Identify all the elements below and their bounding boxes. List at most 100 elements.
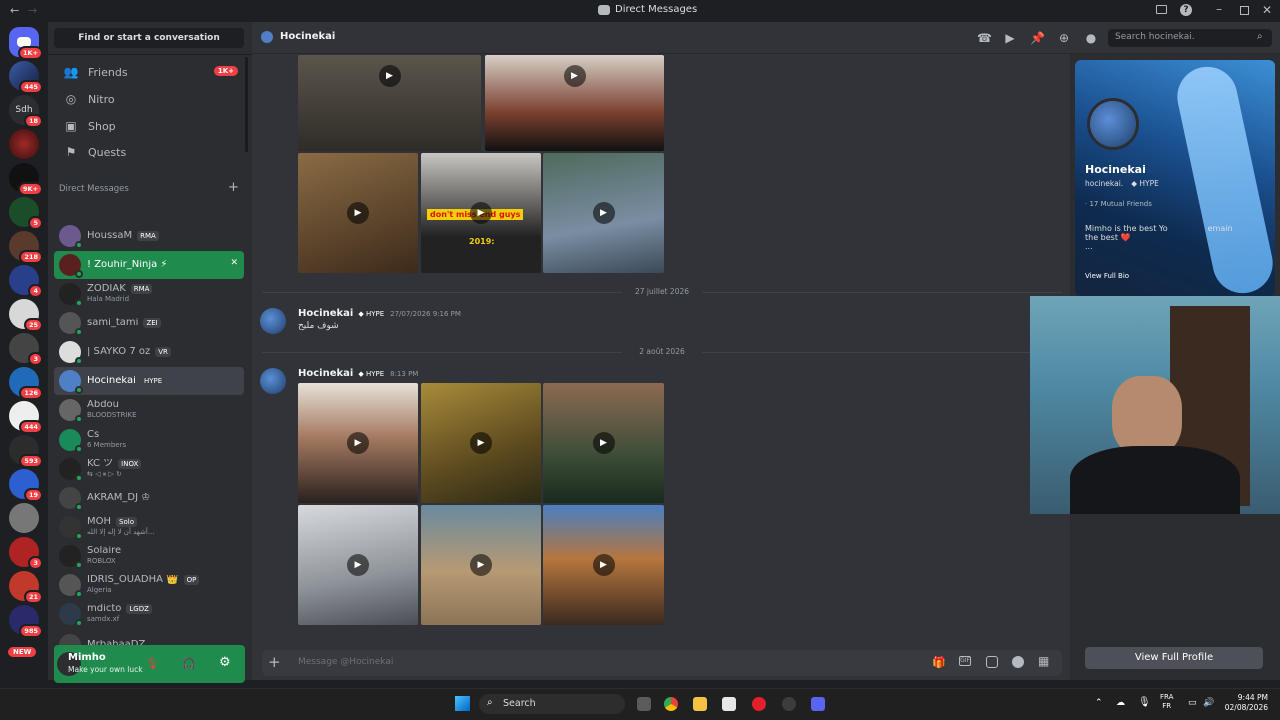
message-input[interactable]: Message @Hocinekai bbox=[298, 657, 393, 667]
server-icon[interactable]: 593 bbox=[9, 435, 43, 468]
language-indicator[interactable]: FRA FR bbox=[1160, 693, 1173, 711]
minimize-icon[interactable]: – bbox=[1216, 2, 1222, 16]
attach-plus-icon[interactable]: + bbox=[268, 653, 281, 671]
dm-item[interactable]: ! Zouhir_Ninja ⚡ ✕ bbox=[54, 251, 244, 279]
nav-friends[interactable]: 👥 Friends 1K+ bbox=[54, 59, 244, 85]
server-icon[interactable] bbox=[9, 503, 39, 533]
author-name[interactable]: Hocinekai bbox=[298, 308, 353, 319]
mute-mic-icon[interactable]: 🎙 bbox=[145, 657, 159, 670]
dm-item[interactable]: Cs 6 Members bbox=[54, 426, 244, 454]
onedrive-icon[interactable]: ☁ bbox=[1116, 698, 1125, 708]
create-dm-plus-icon[interactable]: + bbox=[228, 180, 239, 195]
server-icon[interactable]: 21 bbox=[9, 571, 43, 604]
taskbar-search[interactable]: ⌕ Search bbox=[479, 694, 625, 714]
close-icon[interactable]: ✕ bbox=[1262, 3, 1272, 17]
dm-item[interactable]: AKRAM_DJ ♔ bbox=[54, 484, 244, 512]
app-icon[interactable] bbox=[722, 697, 736, 711]
dm-item[interactable]: Solaire ROBLOX bbox=[54, 542, 244, 570]
forward-arrow-icon[interactable]: → bbox=[28, 4, 37, 17]
find-conversation-button[interactable]: Find or start a conversation bbox=[54, 28, 244, 48]
add-friends-icon[interactable]: ⊕ bbox=[1057, 31, 1071, 45]
scrollbar[interactable] bbox=[245, 57, 248, 152]
sticker-icon[interactable] bbox=[986, 656, 998, 668]
profile-username-row: hocinekai. ◆ HYPE bbox=[1085, 179, 1159, 188]
video-thumbnail[interactable]: ▶ bbox=[485, 55, 664, 151]
video-thumbnail[interactable]: ▶ bbox=[298, 55, 481, 151]
server-icon[interactable]: 445 bbox=[9, 61, 43, 94]
windows-start-icon[interactable] bbox=[455, 696, 470, 711]
home-button[interactable]: 1K+ bbox=[9, 27, 43, 60]
user-profile-icon[interactable]: ● bbox=[1084, 31, 1098, 45]
server-icon[interactable]: 126 bbox=[9, 367, 43, 400]
clock[interactable]: 9:44 PM 02/08/2026 bbox=[1222, 693, 1268, 713]
nav-quests[interactable]: ⚑ Quests bbox=[54, 139, 244, 165]
task-view-icon[interactable] bbox=[637, 697, 651, 711]
user-name[interactable]: Mimho bbox=[68, 652, 106, 663]
author-name[interactable]: Hocinekai bbox=[298, 368, 353, 379]
video-thumbnail[interactable]: ▶ bbox=[298, 153, 418, 273]
view-full-bio-link[interactable]: View Full Bio bbox=[1085, 272, 1129, 280]
server-icon[interactable]: 985 bbox=[9, 605, 43, 638]
server-icon[interactable]: 19 bbox=[9, 469, 43, 502]
server-icon[interactable]: 4 bbox=[9, 265, 43, 298]
server-icon[interactable]: Sdh 18 bbox=[9, 95, 43, 128]
server-icon[interactable]: 218 bbox=[9, 231, 43, 264]
dm-item[interactable]: HoussaM RMA bbox=[54, 222, 244, 250]
video-thumbnail[interactable]: ▶ bbox=[421, 383, 541, 503]
video-thumbnail[interactable]: ▶ bbox=[421, 505, 541, 625]
dm-item[interactable]: Hocinekai HYPE bbox=[54, 367, 244, 395]
tray-chevron-icon[interactable]: ⌃ bbox=[1095, 698, 1103, 708]
discord-taskbar-icon[interactable] bbox=[811, 697, 825, 711]
mic-icon[interactable]: 🎙 bbox=[1138, 697, 1151, 708]
mutual-friends[interactable]: · 17 Mutual Friends bbox=[1085, 200, 1152, 208]
nav-shop[interactable]: ▣ Shop bbox=[54, 113, 244, 139]
help-icon[interactable]: ? bbox=[1180, 4, 1192, 16]
message-avatar[interactable] bbox=[260, 368, 286, 394]
server-icon[interactable]: 3 bbox=[9, 333, 43, 366]
maximize-icon[interactable] bbox=[1240, 6, 1249, 15]
file-explorer-icon[interactable] bbox=[693, 697, 707, 711]
video-thumbnail[interactable]: ▶ bbox=[543, 153, 664, 273]
profile-avatar[interactable] bbox=[1087, 98, 1139, 150]
network-icon[interactable]: ▭ bbox=[1188, 698, 1197, 708]
server-icon[interactable]: 444 bbox=[9, 401, 43, 434]
video-call-icon[interactable]: ▶ bbox=[1003, 31, 1017, 45]
video-thumbnail[interactable]: ▶ bbox=[543, 505, 664, 625]
dm-item[interactable]: IDRIS_OUADHA 👑 OP Algeria bbox=[54, 571, 244, 599]
dm-item[interactable]: KC ツ INOX ⇆ ◁ ⏸ ▷ ↻ bbox=[54, 455, 244, 483]
video-thumbnail[interactable]: don't miss end guys 2019: ▶ bbox=[421, 153, 541, 273]
dm-item[interactable]: sami_tami ZEI bbox=[54, 309, 244, 337]
settings-gear-icon[interactable]: ⚙ bbox=[219, 655, 231, 670]
dm-item[interactable]: Abdou BLOODSTRIKE bbox=[54, 396, 244, 424]
inbox-icon[interactable] bbox=[1156, 5, 1167, 14]
message-avatar[interactable] bbox=[260, 308, 286, 334]
back-arrow-icon[interactable]: ← bbox=[10, 4, 19, 17]
chrome-icon[interactable] bbox=[664, 697, 678, 711]
gif-icon[interactable]: GIF bbox=[959, 656, 971, 666]
server-icon[interactable]: 5 bbox=[9, 197, 43, 230]
voice-call-icon[interactable]: ☎ bbox=[977, 31, 992, 45]
dm-item[interactable]: MOH Solo أشهد أن لا إله إلا الله... bbox=[54, 513, 244, 541]
server-icon[interactable]: 9K+ bbox=[9, 163, 43, 196]
emoji-icon[interactable] bbox=[1012, 656, 1024, 668]
dm-item[interactable]: | SAYKO 7 oz VR bbox=[54, 338, 244, 366]
apps-icon[interactable]: ▦ bbox=[1038, 654, 1049, 668]
steam-icon[interactable] bbox=[782, 697, 796, 711]
view-full-profile-button[interactable]: View Full Profile bbox=[1085, 647, 1263, 669]
video-thumbnail[interactable]: ▶ bbox=[298, 383, 418, 503]
search-input[interactable]: Search hocinekai. ⌕ bbox=[1108, 29, 1272, 47]
server-icon[interactable] bbox=[9, 129, 39, 159]
dm-item[interactable]: mdicto LGDZ samdx.xf bbox=[54, 600, 244, 628]
deafen-icon[interactable]: 🎧 bbox=[182, 657, 196, 670]
pin-icon[interactable]: 📌 bbox=[1030, 31, 1045, 45]
volume-icon[interactable]: 🔊 bbox=[1203, 698, 1214, 708]
nav-nitro[interactable]: ◎ Nitro bbox=[54, 86, 244, 112]
dm-item[interactable]: ZODIAK RMA Hala Madrid bbox=[54, 280, 244, 308]
gift-icon[interactable]: 🎁 bbox=[932, 656, 946, 669]
server-icon[interactable]: 25 bbox=[9, 299, 43, 332]
video-thumbnail[interactable]: ▶ bbox=[543, 383, 664, 503]
server-icon[interactable]: 3 bbox=[9, 537, 43, 570]
video-thumbnail[interactable]: ▶ bbox=[298, 505, 418, 625]
opera-icon[interactable] bbox=[752, 697, 766, 711]
close-dm-icon[interactable]: ✕ bbox=[230, 258, 238, 268]
